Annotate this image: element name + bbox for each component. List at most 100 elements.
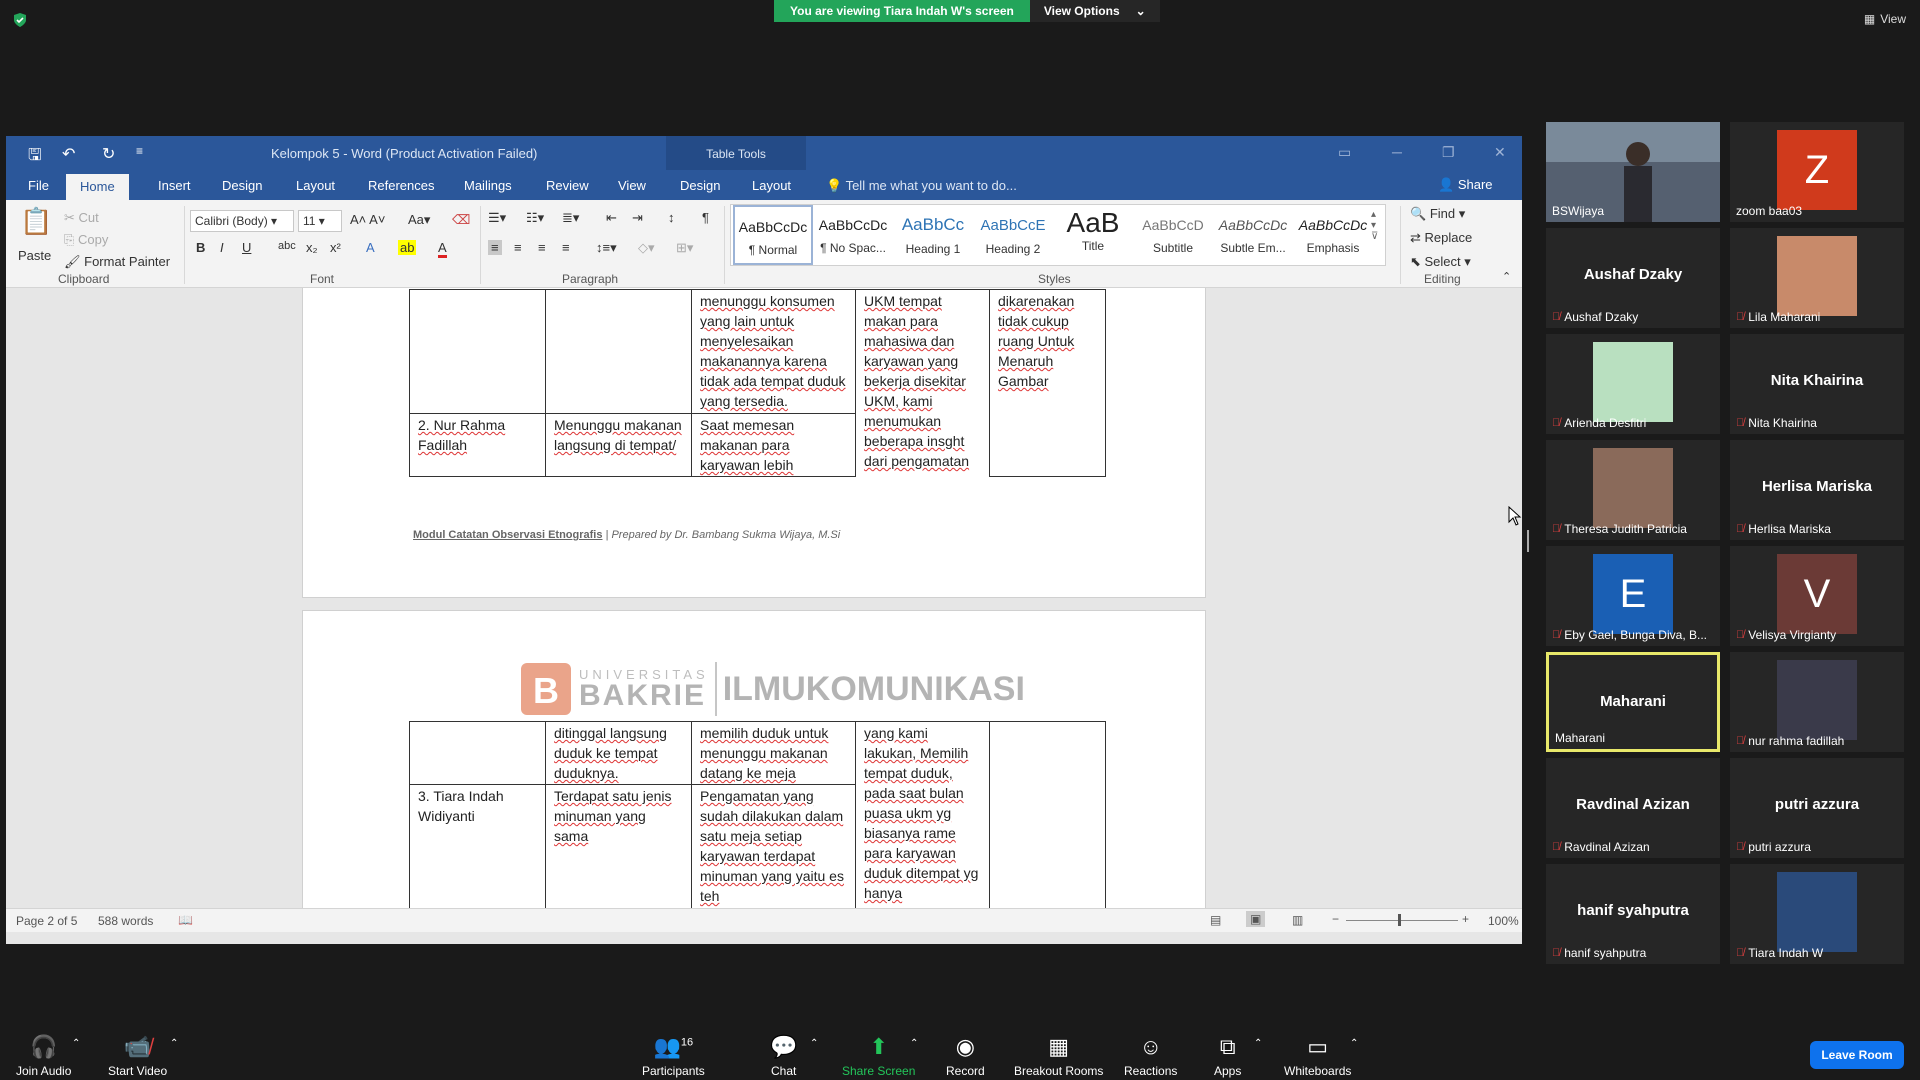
- style-normal[interactable]: AaBbCcDc ¶ Normal: [733, 205, 813, 265]
- table-cell[interactable]: 2. Nur Rahma Fadillah: [409, 413, 546, 477]
- borders-icon[interactable]: ⊞▾: [676, 240, 693, 256]
- table-cell[interactable]: [409, 289, 546, 414]
- video-options-icon[interactable]: ⌃: [170, 1038, 178, 1049]
- sort-icon[interactable]: ↕: [668, 210, 675, 225]
- join-audio-button[interactable]: 🎧 Join Audio: [16, 1034, 71, 1078]
- participant-tile[interactable]: 🎙̸ Theresa Judith Patricia: [1546, 440, 1720, 540]
- table-cell[interactable]: yang kami lakukan, Memilih tempat duduk,…: [855, 721, 990, 908]
- customize-icon[interactable]: ≡: [136, 144, 143, 158]
- read-mode-icon[interactable]: ▤: [1210, 913, 1221, 927]
- font-color-icon[interactable]: A: [438, 240, 447, 258]
- style-heading-2[interactable]: AaBbCcE Heading 2: [973, 205, 1053, 265]
- style-title[interactable]: AaB Title: [1053, 205, 1133, 265]
- participant-tile[interactable]: hanif syahputra 🎙̸ hanif syahputra: [1546, 864, 1720, 964]
- tab-home[interactable]: Home: [66, 174, 129, 200]
- whiteboards-button[interactable]: ▭ Whiteboards: [1284, 1034, 1351, 1078]
- participants-button[interactable]: 👥16 Participants: [642, 1034, 705, 1078]
- web-layout-icon[interactable]: ▥: [1292, 913, 1303, 927]
- increase-indent-icon[interactable]: ⇥: [632, 210, 643, 226]
- table-cell[interactable]: ditinggal langsung duduk ke tempat duduk…: [545, 721, 692, 785]
- cut-button[interactable]: ✂ Cut: [64, 210, 99, 226]
- share-options-icon[interactable]: ⌃: [910, 1038, 918, 1049]
- participant-tile[interactable]: Herlisa Mariska 🎙̸ Herlisa Mariska: [1730, 440, 1904, 540]
- breakout-rooms-button[interactable]: ▦ Breakout Rooms: [1014, 1034, 1103, 1078]
- select-button[interactable]: ⬉ Select ▾: [1410, 254, 1471, 270]
- style-heading-1[interactable]: AaBbCc Heading 1: [893, 205, 973, 265]
- view-options-button[interactable]: View Options ⌄: [1029, 0, 1160, 22]
- table-cell[interactable]: Menunggu makanan langsung di tempat/: [545, 413, 692, 477]
- table-cell[interactable]: Pengamatan yang sudah dilakukan dalam sa…: [691, 784, 856, 908]
- align-center-icon[interactable]: ≡: [514, 240, 522, 255]
- participant-tile[interactable]: Z zoom baa03: [1730, 122, 1904, 222]
- table-cell[interactable]: [989, 721, 1106, 908]
- tab-view[interactable]: View: [618, 178, 646, 193]
- zoom-slider[interactable]: [1346, 920, 1458, 921]
- share-screen-button[interactable]: ⬆ Share Screen: [842, 1034, 915, 1078]
- change-case-button[interactable]: Aa▾: [408, 212, 430, 228]
- chat-options-icon[interactable]: ⌃: [810, 1038, 818, 1049]
- tab-layout[interactable]: Layout: [296, 178, 335, 193]
- record-button[interactable]: ◉ Record: [946, 1034, 985, 1078]
- word-count[interactable]: 588 words: [98, 914, 153, 928]
- table-cell[interactable]: 3. Tiara Indah Widiyanti: [409, 784, 546, 908]
- style-subtitle[interactable]: AaBbCcD Subtitle: [1133, 205, 1213, 265]
- tab-file[interactable]: File: [28, 178, 49, 193]
- participant-tile[interactable]: 🎙̸ Lila Maharani: [1730, 228, 1904, 328]
- proofing-icon[interactable]: 📖: [178, 913, 193, 927]
- tab-table-layout[interactable]: Layout: [752, 178, 791, 193]
- tab-references[interactable]: References: [368, 178, 434, 193]
- zoom-out-icon[interactable]: −: [1332, 912, 1339, 926]
- table-cell[interactable]: [545, 289, 692, 414]
- save-icon[interactable]: 🖫: [28, 144, 42, 171]
- minimize-icon[interactable]: ─: [1392, 144, 1402, 160]
- zoom-level[interactable]: 100%: [1488, 914, 1519, 928]
- maximize-icon[interactable]: ❐: [1442, 144, 1455, 161]
- paste-button[interactable]: Paste: [18, 248, 51, 263]
- zoom-slider-thumb[interactable]: [1398, 914, 1401, 926]
- bold-button[interactable]: B: [196, 240, 205, 255]
- paste-icon[interactable]: 📋: [20, 206, 52, 237]
- table-cell[interactable]: UKM tempat makan para mahasiwa dan karya…: [855, 289, 990, 477]
- panel-splitter[interactable]: [1527, 530, 1529, 552]
- underline-button[interactable]: U: [242, 240, 251, 255]
- table-cell[interactable]: Terdapat satu jenis minuman yang sama: [545, 784, 692, 908]
- copy-button[interactable]: ⎘ Copy: [64, 232, 108, 248]
- bullets-icon[interactable]: ☰▾: [488, 210, 506, 226]
- grow-font-button[interactable]: A˄ A˅: [350, 212, 385, 227]
- whiteboard-options-icon[interactable]: ⌃: [1350, 1038, 1358, 1049]
- collapse-ribbon-icon[interactable]: ⌃: [1502, 270, 1511, 283]
- align-right-icon[interactable]: ≡: [538, 240, 546, 255]
- leave-room-button[interactable]: Leave Room: [1810, 1041, 1904, 1069]
- tab-mailings[interactable]: Mailings: [464, 178, 512, 193]
- line-spacing-icon[interactable]: ↕≡▾: [596, 240, 617, 256]
- table-cell[interactable]: dikarenakan tidak cukup ruang Untuk Mena…: [989, 289, 1106, 477]
- tab-review[interactable]: Review: [546, 178, 589, 193]
- table-cell[interactable]: memilih duduk untuk menunggu makanan dat…: [691, 721, 856, 785]
- format-painter-button[interactable]: 🖌 Format Painter: [64, 254, 170, 270]
- table-cell[interactable]: menunggu konsumen yang lain untuk menyel…: [691, 289, 856, 414]
- audio-options-icon[interactable]: ⌃: [72, 1038, 80, 1049]
- participant-tile[interactable]: E 🎙̸ Eby Gael, Bunga Diva, B...: [1546, 546, 1720, 646]
- participant-tile[interactable]: Ravdinal Azizan 🎙̸ Ravdinal Azizan: [1546, 758, 1720, 858]
- apps-options-icon[interactable]: ⌃: [1254, 1038, 1262, 1049]
- view-button[interactable]: ▦ View: [1864, 12, 1906, 26]
- tab-design[interactable]: Design: [222, 178, 262, 193]
- style-emphasis[interactable]: AaBbCcDc Emphasis: [1293, 205, 1373, 265]
- participant-tile[interactable]: 🎙̸ Arienda Desfitri: [1546, 334, 1720, 434]
- participant-tile[interactable]: Aushaf Dzaky 🎙̸ Aushaf Dzaky: [1546, 228, 1720, 328]
- replace-button[interactable]: ⇄ Replace: [1410, 230, 1472, 246]
- share-button[interactable]: 👤 Share: [1438, 177, 1493, 193]
- close-icon[interactable]: ✕: [1494, 144, 1506, 161]
- participant-tile[interactable]: putri azzura 🎙̸ putri azzura: [1730, 758, 1904, 858]
- subscript-button[interactable]: x₂: [306, 240, 318, 255]
- strikethrough-button[interactable]: abc: [278, 240, 296, 252]
- apps-button[interactable]: ⧉ Apps: [1214, 1034, 1241, 1078]
- styles-scroll-icon[interactable]: ▴ ▾ ⊽: [1371, 209, 1378, 242]
- participant-tile[interactable]: 🎙̸ nur rahma fadillah: [1730, 652, 1904, 752]
- undo-icon[interactable]: ↶: [62, 144, 75, 164]
- font-name-combo[interactable]: Calibri (Body) ▾: [190, 210, 294, 232]
- participant-tile[interactable]: V 🎙̸ Velisya Virgianty: [1730, 546, 1904, 646]
- multilevel-icon[interactable]: ≣▾: [562, 210, 579, 226]
- tab-table-design[interactable]: Design: [680, 178, 720, 193]
- table-cell[interactable]: Saat memesan makanan para karyawan lebih: [691, 413, 856, 477]
